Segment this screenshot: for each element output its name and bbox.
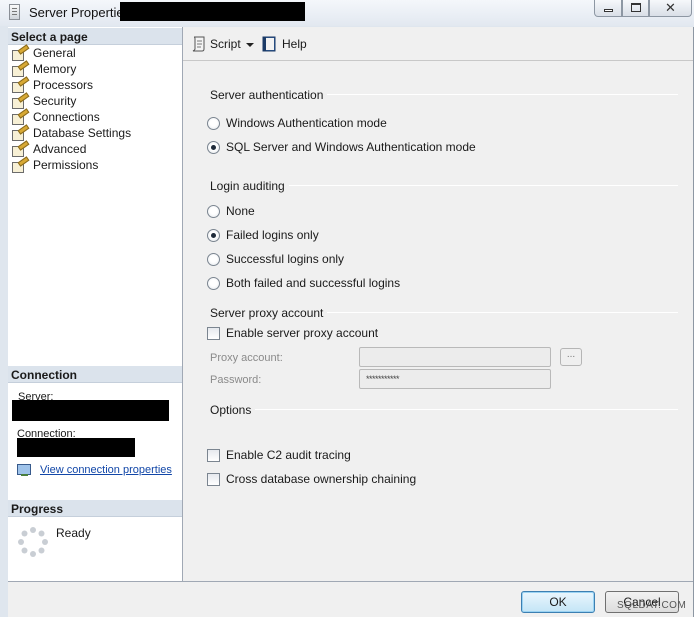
proxy-account-field[interactable] [359,347,551,367]
view-connection-properties-link[interactable]: View connection properties [40,464,172,476]
ownership-chaining-checkbox[interactable] [207,473,220,486]
select-page-heading: Select a page [8,28,182,45]
audit-failed-radio[interactable] [207,229,220,242]
audit-failed-label: Failed logins only [226,228,319,242]
page-item-label: Security [33,94,77,108]
page-item-advanced[interactable]: Advanced [12,142,97,158]
help-icon [262,36,276,52]
audit-successful-radio[interactable] [207,253,220,266]
page-icon [12,63,28,77]
window-left-border [0,27,8,617]
minimize-icon [604,9,613,12]
connection-properties-icon [17,463,33,477]
page-icon [12,47,28,61]
security-page-content [183,27,693,581]
audit-both-label: Both failed and successful logins [226,276,401,290]
server-auth-heading: Server authentication [210,88,328,102]
sql-windows-auth-label: SQL Server and Windows Authentication mo… [226,140,476,154]
window-title: Server Properties [29,5,131,20]
windows-auth-label: Windows Authentication mode [226,116,387,130]
login-auditing-heading: Login auditing [210,179,289,193]
enable-proxy-label: Enable server proxy account [226,326,379,340]
c2-audit-checkbox[interactable] [207,449,220,462]
redacted-server-name [120,2,305,21]
watermark: SQLDAT.COM [617,600,687,611]
password-field[interactable]: *********** [359,369,551,389]
audit-none-label: None [226,204,255,218]
options-divider [210,409,678,410]
page-item-label: Connections [33,110,100,124]
page-item-label: Advanced [33,142,87,156]
options-heading: Options [210,403,256,417]
redacted-server-value [12,400,169,421]
close-icon: ✕ [665,0,676,15]
page-icon [12,111,28,125]
audit-successful-label: Successful logins only [226,252,345,266]
c2-audit-label: Enable C2 audit tracing [226,448,351,462]
progress-status: Ready [56,526,91,540]
page-icon [12,159,28,173]
maximize-button[interactable] [622,0,649,17]
proxy-heading: Server proxy account [210,306,328,320]
page-item-label: Database Settings [33,126,132,140]
browse-proxy-button[interactable]: ... [560,348,582,366]
audit-both-radio[interactable] [207,277,220,290]
progress-spinner-icon [18,527,48,557]
proxy-account-label: Proxy account: [210,352,283,364]
redacted-connection-value [17,438,135,457]
page-item-general[interactable]: General [12,46,92,62]
script-dropdown-arrow-icon[interactable] [246,43,254,47]
page-icon [12,127,28,141]
progress-heading: Progress [8,500,182,517]
audit-none-radio[interactable] [207,205,220,218]
page-item-label: Processors [33,78,94,92]
page-item-memory[interactable]: Memory [12,62,92,78]
server-properties-icon [9,4,20,20]
connection-heading: Connection [8,366,182,383]
ok-button[interactable]: OK [521,591,595,613]
page-item-label: Permissions [33,158,99,172]
windows-auth-radio[interactable] [207,117,220,130]
page-icon [12,95,28,109]
help-button[interactable]: Help [282,37,307,51]
maximize-icon [631,3,641,12]
minimize-button[interactable] [594,0,622,17]
enable-proxy-checkbox[interactable] [207,327,220,340]
page-icon [12,143,28,157]
close-button[interactable]: ✕ [649,0,692,17]
page-item-label: General [33,46,76,60]
page-icon [12,79,28,93]
script-button[interactable]: Script [210,37,241,51]
password-label: Password: [210,374,262,386]
sql-windows-auth-radio[interactable] [207,141,220,154]
page-item-security[interactable]: Security [12,94,92,110]
ownership-chaining-label: Cross database ownership chaining [226,472,417,486]
toolbar-divider [183,60,693,61]
script-icon [192,36,205,52]
page-item-permissions[interactable]: Permissions [12,158,107,174]
page-item-database-settings[interactable]: Database Settings [12,126,132,142]
page-item-label: Memory [33,62,77,76]
